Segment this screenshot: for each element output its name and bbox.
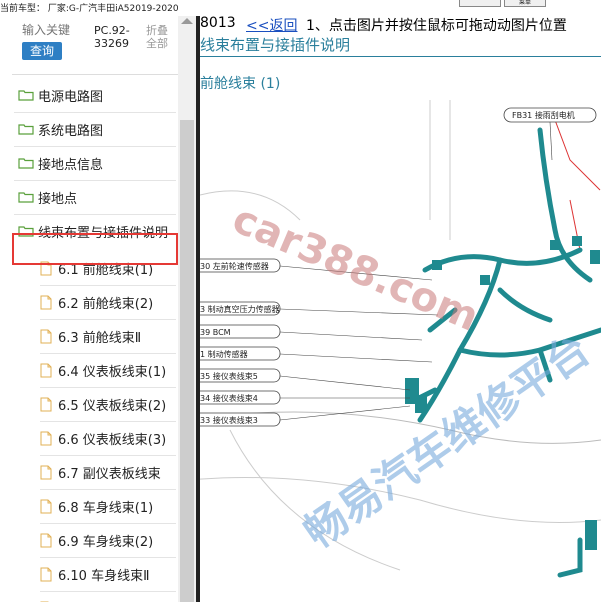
tree-subitem-9[interactable]: 6.9 车身线束(2) [40, 526, 153, 554]
callout-label-3[interactable]: 39 BCM [200, 324, 423, 341]
tree-subitem-4[interactable]: 6.4 仪表板线束(1) [40, 356, 166, 384]
tree-subitem-label: 6.6 仪表板线束(3) [58, 432, 167, 448]
svg-text:33 接仪表线束3: 33 接仪表线束3 [200, 415, 258, 425]
tree-subitem-11[interactable]: 6.11 后... [40, 594, 116, 602]
svg-text:3 制动真空压力传感器: 3 制动真空压力传感器 [200, 304, 280, 314]
tree-separator [40, 353, 176, 354]
tree-folder-2[interactable]: 系统电路图 [18, 115, 103, 143]
tree-separator [40, 591, 176, 592]
tree-subitem-6[interactable]: 6.6 仪表板线束(3) [40, 424, 166, 452]
tree-separator [40, 285, 176, 286]
svg-text:1 制动传感器: 1 制动传感器 [200, 349, 248, 359]
page-code: 8013 [200, 15, 236, 31]
document-icon [40, 295, 52, 309]
tree-subitem-label: 6.10 车身线束Ⅱ [58, 568, 150, 584]
menu-button[interactable]: 菜单 [504, 0, 546, 7]
svg-text:39 BCM: 39 BCM [200, 328, 231, 337]
tree-subitem-7[interactable]: 6.7 副仪表板线束 [40, 458, 161, 486]
top-strip: 当前车型： 厂家:G-广汽丰田iA52019-2020 菜单 [0, 0, 601, 16]
tree-folder-3[interactable]: 接地点信息 [18, 149, 103, 177]
callout-label-4[interactable]: 1 制动传感器 [200, 346, 433, 363]
instruction-text: 1、点击图片并按住鼠标可拖动动图片位置 [306, 18, 567, 34]
folder-icon [18, 90, 34, 101]
document-icon [40, 499, 52, 513]
back-link[interactable]: <<返回 [246, 15, 297, 35]
left-panel: 查询 PC.92-33269 折叠全部 电源电路图系统电路图接地点信息接地点线束… [0, 16, 196, 602]
car-model-text: 当前车型： 厂家:G-广汽丰田iA52019-2020 [0, 4, 179, 14]
query-button[interactable]: 查询 [22, 42, 62, 60]
tree-separator [14, 214, 176, 215]
callout-label-5[interactable]: 35 接仪表线束5 [200, 368, 411, 391]
tree-subitem-label: 6.8 车身线束(1) [58, 500, 154, 516]
search-area: 查询 [14, 18, 76, 62]
tree-folder-label: 电源电路图 [38, 89, 104, 105]
tree-subitem-2[interactable]: 6.2 前舱线束(2) [40, 288, 153, 316]
scroll-up-arrow-icon[interactable] [181, 18, 193, 24]
document-icon [40, 363, 52, 377]
tree-subitem-label: 6.3 前舱线束Ⅱ [58, 330, 142, 346]
callout-label-6[interactable]: 34 接仪表线束4 [200, 390, 410, 405]
folder-icon [18, 158, 34, 169]
tree-subitem-label: 6.7 副仪表板线束 [58, 466, 161, 482]
divider [12, 74, 178, 75]
tree-separator [14, 146, 176, 147]
tree-separator [40, 387, 176, 388]
document-icon [40, 567, 52, 581]
folder-icon [18, 192, 34, 203]
tree-folder-label: 系统电路图 [38, 123, 104, 139]
document-icon [40, 397, 52, 411]
tree-subitem-label: 6.5 仪表板线束(2) [58, 398, 167, 414]
toolbar-button-1[interactable] [459, 0, 501, 7]
svg-text:34 接仪表线束4: 34 接仪表线束4 [200, 393, 258, 403]
folder-icon [18, 124, 34, 135]
tree-folder-label: 接地点 [38, 191, 78, 207]
document-icon [40, 431, 52, 445]
tree-separator [40, 523, 176, 524]
tree-folder-4[interactable]: 接地点 [18, 183, 77, 211]
tree-subitem-5[interactable]: 6.5 仪表板线束(2) [40, 390, 166, 418]
tree-subitem-3[interactable]: 6.3 前舱线束Ⅱ [40, 322, 141, 350]
document-icon [40, 329, 52, 343]
section-title: 线束布置与接插件说明 [200, 36, 351, 54]
collapse-all-button[interactable]: 折叠全部 [146, 24, 174, 50]
svg-text:35 接仪表线束5: 35 接仪表线束5 [200, 371, 258, 381]
tree-separator [40, 319, 176, 320]
tree-folder-1[interactable]: 电源电路图 [18, 81, 103, 109]
tree-separator [40, 489, 176, 490]
tree-subitem-label: 6.11 后... [58, 599, 116, 602]
callout-label-7[interactable]: 33 接仪表线束3 [200, 405, 411, 427]
tree-subitem-label: 6.2 前舱线束(2) [58, 296, 154, 312]
tree-subitem-8[interactable]: 6.8 车身线束(1) [40, 492, 153, 520]
tree-subitem-label: 6.4 仪表板线束(1) [58, 364, 167, 380]
document-icon [40, 465, 52, 479]
tree-folder-label: 接地点信息 [38, 157, 104, 173]
tree-separator [14, 112, 176, 113]
pc-number: PC.92-33269 [94, 24, 130, 50]
selected-highlight [12, 233, 178, 265]
tree-subitem-label: 6.9 车身线束(2) [58, 534, 154, 550]
svg-text:30 左前轮速传感器: 30 左前轮速传感器 [200, 261, 269, 271]
subsection-title: 前舱线束 (1) [200, 76, 281, 92]
section-underline [200, 56, 601, 57]
tree-separator [40, 421, 176, 422]
scrollbar-thumb[interactable] [180, 120, 194, 602]
tree-separator [14, 180, 176, 181]
search-input[interactable] [22, 23, 72, 37]
tree-separator [40, 557, 176, 558]
tree-separator [40, 455, 176, 456]
tree-subitem-10[interactable]: 6.10 车身线束Ⅱ [40, 560, 149, 588]
document-icon [40, 533, 52, 547]
